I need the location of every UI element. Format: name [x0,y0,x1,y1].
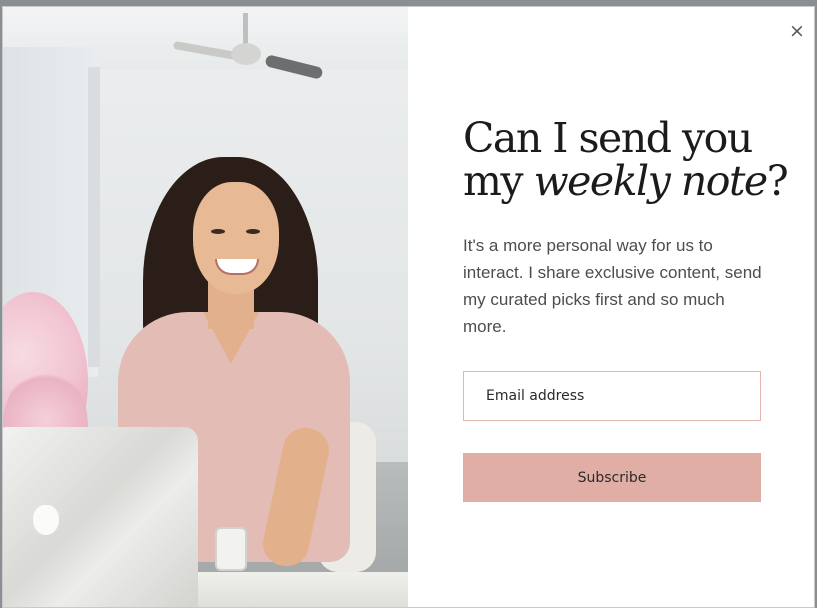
email-field[interactable] [463,371,761,421]
woman-eye [211,229,225,234]
email-input[interactable] [486,388,760,404]
woman-vneck [203,312,259,364]
woman-face [193,182,279,294]
apple-logo-icon [33,505,59,535]
ceiling-fan [231,43,261,65]
newsletter-modal: × Can I send you my weekly note? It's a m… [2,6,815,608]
photo-wall-shadow [88,67,100,367]
modal-headline: Can I send you my weekly note? [463,117,793,203]
headline-question-mark: ? [766,157,789,205]
headline-italic: weekly note [533,157,769,205]
headline-line-1: Can I send you [463,114,753,162]
woman-eye [246,229,260,234]
smartwatch [215,527,247,571]
subscribe-button[interactable]: Subscribe [463,453,761,502]
headline-line-2-start: my [463,157,534,205]
signup-panel: × Can I send you my weekly note? It's a m… [408,7,814,607]
close-icon[interactable]: × [789,21,805,41]
hero-photo [3,7,408,607]
modal-description: It's a more personal way for us to inter… [463,236,762,336]
close-button[interactable]: × [787,21,807,41]
